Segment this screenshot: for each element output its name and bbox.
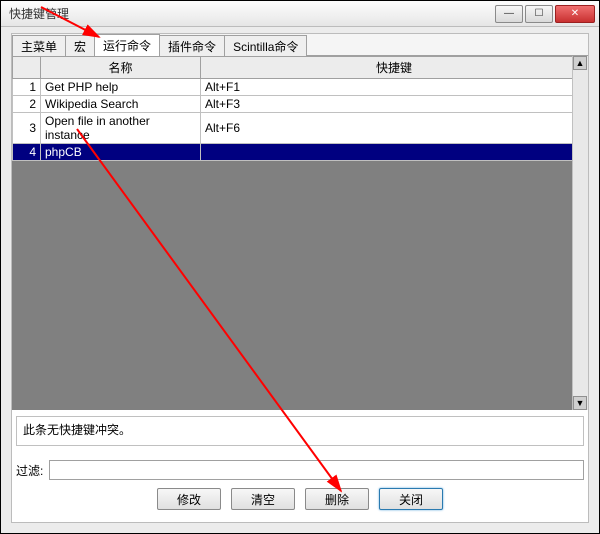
tab-macro[interactable]: 宏 bbox=[65, 35, 95, 56]
cell-shortcut: Alt+F1 bbox=[201, 79, 588, 96]
vertical-scrollbar[interactable]: ▲ ▼ bbox=[572, 56, 588, 410]
close-icon: ✕ bbox=[571, 8, 579, 19]
shortcut-manager-window: 快捷键管理 — ☐ ✕ 主菜单 宏 运行命令 插件命令 Scintilla命令 … bbox=[0, 0, 600, 534]
modify-button[interactable]: 修改 bbox=[157, 488, 221, 510]
filter-label: 过滤: bbox=[16, 462, 43, 479]
delete-button[interactable]: 删除 bbox=[305, 488, 369, 510]
table-row-selected[interactable]: 4 phpCB bbox=[13, 144, 588, 161]
col-index[interactable] bbox=[13, 57, 41, 79]
cell-name: Get PHP help bbox=[41, 79, 201, 96]
table-row[interactable]: 3 Open file in another instance Alt+F6 bbox=[13, 113, 588, 144]
cell-shortcut bbox=[201, 144, 588, 161]
window-controls: — ☐ ✕ bbox=[495, 5, 595, 23]
window-title: 快捷键管理 bbox=[9, 5, 495, 22]
maximize-button[interactable]: ☐ bbox=[525, 5, 553, 23]
cell-shortcut: Alt+F6 bbox=[201, 113, 588, 144]
col-name[interactable]: 名称 bbox=[41, 57, 201, 79]
tab-bar: 主菜单 宏 运行命令 插件命令 Scintilla命令 bbox=[12, 34, 588, 56]
col-shortcut[interactable]: 快捷键 bbox=[201, 57, 588, 79]
cell-idx: 2 bbox=[13, 96, 41, 113]
cell-name: phpCB bbox=[41, 144, 201, 161]
maximize-icon: ☐ bbox=[535, 8, 544, 19]
scroll-up-icon[interactable]: ▲ bbox=[573, 56, 587, 70]
cell-idx: 4 bbox=[13, 144, 41, 161]
titlebar[interactable]: 快捷键管理 — ☐ ✕ bbox=[1, 1, 599, 27]
cell-idx: 1 bbox=[13, 79, 41, 96]
minimize-button[interactable]: — bbox=[495, 5, 523, 23]
clear-button[interactable]: 清空 bbox=[231, 488, 295, 510]
close-button[interactable]: 关闭 bbox=[379, 488, 443, 510]
button-row: 修改 清空 删除 关闭 bbox=[12, 488, 588, 516]
scroll-down-icon[interactable]: ▼ bbox=[573, 396, 587, 410]
tab-scintilla-commands[interactable]: Scintilla命令 bbox=[224, 35, 307, 56]
shortcut-table-area: 名称 快捷键 1 Get PHP help Alt+F1 2 Wikipedia… bbox=[12, 56, 588, 410]
table-row[interactable]: 1 Get PHP help Alt+F1 bbox=[13, 79, 588, 96]
cell-shortcut: Alt+F3 bbox=[201, 96, 588, 113]
minimize-icon: — bbox=[504, 8, 514, 19]
status-text: 此条无快捷键冲突。 bbox=[16, 416, 584, 446]
grid-background: 名称 快捷键 1 Get PHP help Alt+F1 2 Wikipedia… bbox=[12, 56, 588, 410]
header-row: 名称 快捷键 bbox=[13, 57, 588, 79]
cell-name: Wikipedia Search bbox=[41, 96, 201, 113]
dialog-content: 主菜单 宏 运行命令 插件命令 Scintilla命令 名称 快捷键 bbox=[11, 33, 589, 523]
cell-name: Open file in another instance bbox=[41, 113, 201, 144]
tab-run-commands[interactable]: 运行命令 bbox=[94, 34, 160, 56]
filter-row: 过滤: bbox=[16, 458, 584, 482]
table-row[interactable]: 2 Wikipedia Search Alt+F3 bbox=[13, 96, 588, 113]
tab-plugin-commands[interactable]: 插件命令 bbox=[159, 35, 225, 56]
shortcut-table: 名称 快捷键 1 Get PHP help Alt+F1 2 Wikipedia… bbox=[12, 56, 588, 161]
close-window-button[interactable]: ✕ bbox=[555, 5, 595, 23]
cell-idx: 3 bbox=[13, 113, 41, 144]
tab-main-menu[interactable]: 主菜单 bbox=[12, 35, 66, 56]
filter-input[interactable] bbox=[49, 460, 584, 480]
